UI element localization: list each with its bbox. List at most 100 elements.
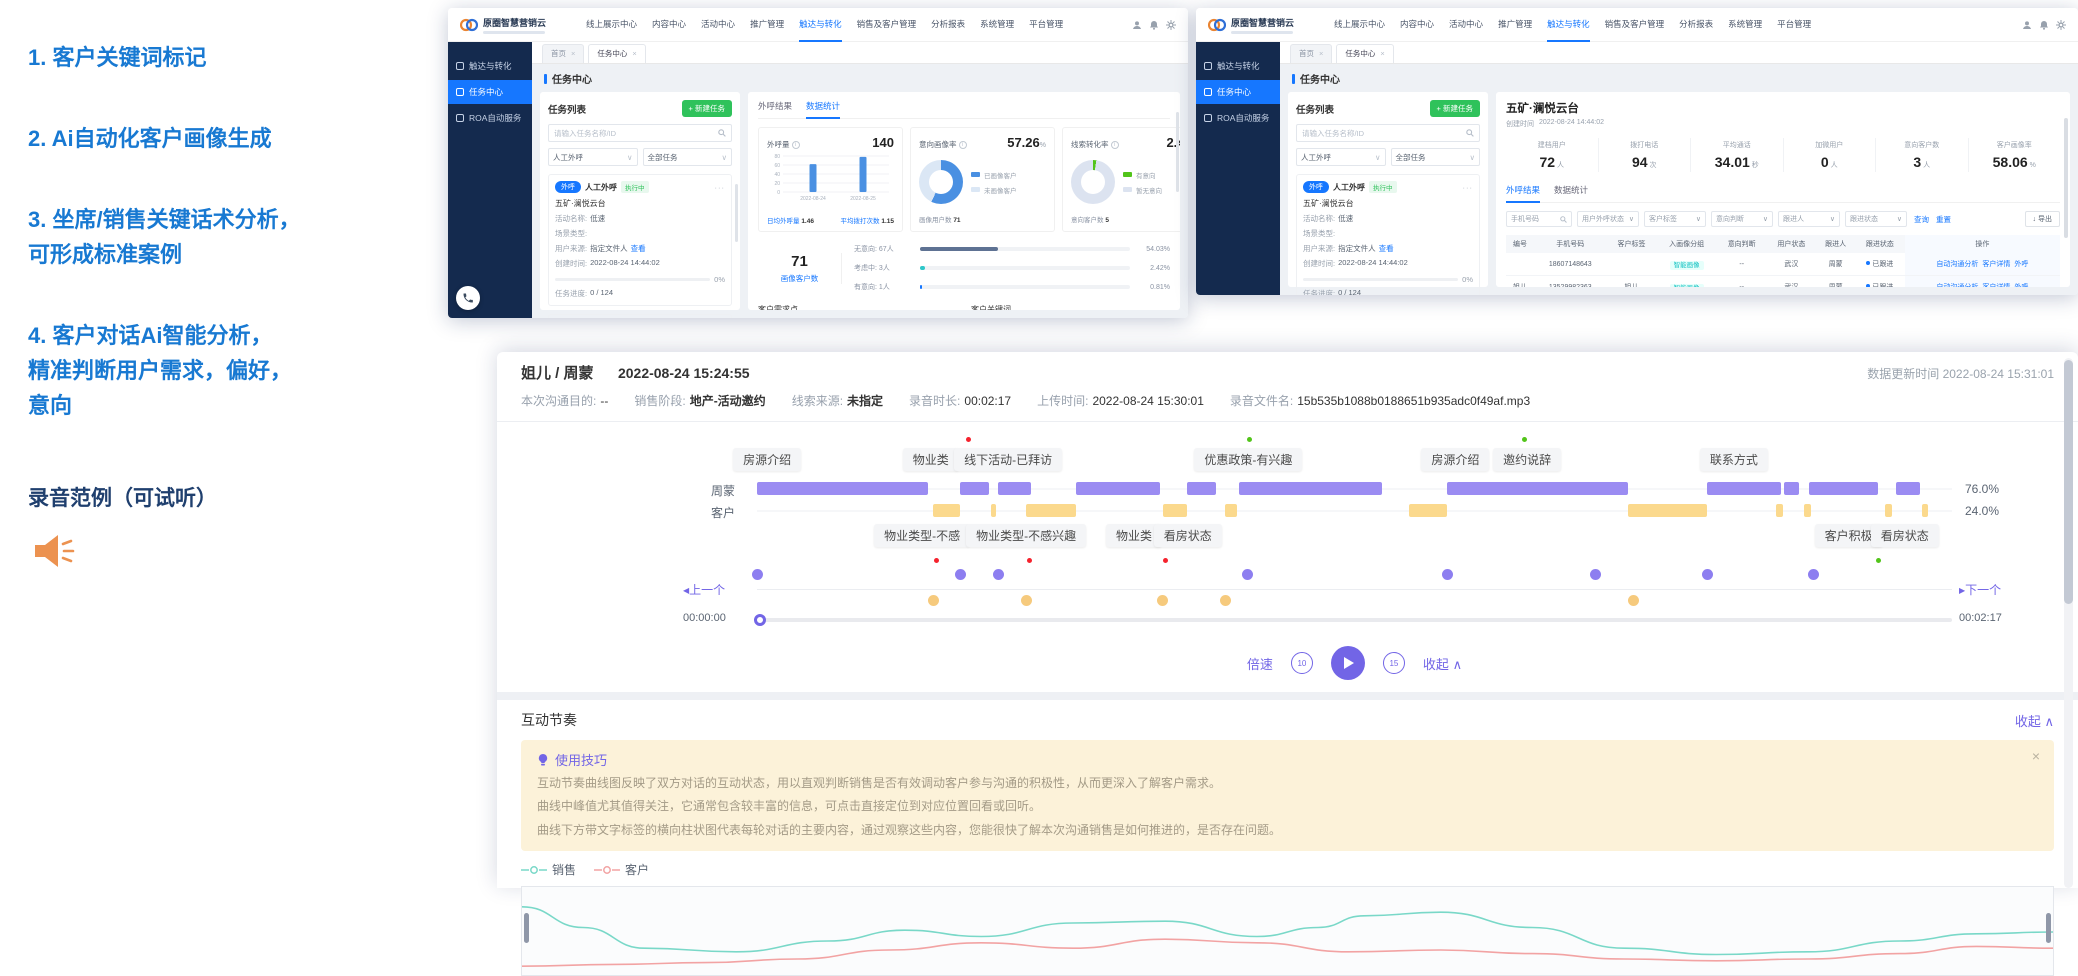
sales-speech-segment[interactable] — [1076, 482, 1160, 495]
close-icon[interactable]: × — [632, 49, 636, 58]
nav-item[interactable]: 系统管理 — [1728, 18, 1762, 32]
info-icon[interactable]: i — [791, 141, 800, 149]
row-action-link[interactable]: 客户详情 — [1982, 284, 2010, 287]
nav-item[interactable]: 内容中心 — [652, 18, 686, 32]
playback-speed-button[interactable]: 倍速 — [1247, 654, 1273, 673]
sales-speech-segment[interactable] — [1446, 482, 1629, 495]
task-list-scrollbar[interactable] — [735, 184, 738, 242]
task-search-input[interactable]: 请输入任务名称/ID — [548, 124, 732, 142]
nav-item[interactable]: 推广管理 — [1498, 18, 1532, 32]
customer-keyword-dot[interactable] — [1157, 595, 1169, 606]
sales-keyword-dot[interactable] — [1241, 569, 1253, 580]
sidebar-item[interactable]: 触达与转化 — [1196, 54, 1280, 78]
sales-keyword-dot[interactable] — [1589, 569, 1601, 580]
info-icon[interactable]: i — [1110, 141, 1119, 149]
customer-speech-segment[interactable] — [1025, 504, 1077, 517]
table-row[interactable]: 18607148643 智能画像 -- 武汉 周蒙 已跟进 自动沟通分析 客户详情 外呼 — [1506, 253, 2060, 276]
call-type-select[interactable]: 人工外呼 ∨ — [548, 148, 638, 166]
chart-range-handle-left[interactable] — [524, 913, 529, 944]
export-button[interactable]: ↓ 导出 — [2024, 211, 2060, 227]
sales-speech-segment[interactable] — [1238, 482, 1382, 495]
forward-15-button[interactable]: 15 — [1382, 652, 1405, 674]
sales-speech-segment[interactable] — [1783, 482, 1800, 495]
customer-keyword-dot[interactable] — [1220, 595, 1232, 606]
view-link[interactable]: 查看 — [1379, 243, 1394, 254]
reset-button[interactable]: 重置 — [1936, 214, 1951, 225]
slider-knob[interactable] — [754, 614, 766, 626]
task-card[interactable]: 外呼 人工外呼 执行中 ··· 五矿·澜悦云台 活动名称: 低速 场景类型: 用户来源: 指定文件… — [548, 174, 732, 306]
sales-speech-segment[interactable] — [1895, 482, 1920, 495]
task-card[interactable]: 外呼人工外呼执行中···五矿·澜悦云台直播测试2cef暖活动名称:低速场景类型:… — [548, 314, 732, 318]
row-action-link[interactable]: 客户详情 — [1982, 261, 2010, 268]
prev-keyword-button[interactable]: ◀上一个 — [683, 581, 725, 598]
customer-keyword-dot[interactable] — [927, 595, 939, 606]
sidebar-item[interactable]: 任务中心 — [1196, 80, 1280, 104]
row-action-link[interactable]: 自动沟通分析 — [1936, 284, 1978, 287]
filter-select[interactable]: 跟进人 ∨ — [1778, 211, 1840, 227]
nav-item[interactable]: 平台管理 — [1777, 18, 1811, 32]
sales-speech-segment[interactable] — [1808, 482, 1878, 495]
sidebar-item[interactable]: ROA自动服务 — [1196, 106, 1280, 130]
nav-item[interactable]: 分析报表 — [1679, 18, 1713, 32]
gear-icon[interactable] — [1166, 19, 1176, 30]
stats-scrollbar[interactable] — [1176, 112, 1179, 192]
collapse-player-button[interactable]: 收起 ∧ — [1423, 654, 1462, 673]
customer-keyword-dot[interactable] — [1020, 595, 1032, 606]
filter-select[interactable]: 客户标签 ∨ — [1644, 211, 1706, 227]
interaction-curve-chart[interactable] — [521, 886, 2054, 976]
view-link[interactable]: 查看 — [631, 243, 646, 254]
play-button[interactable] — [1330, 646, 1365, 680]
new-task-button[interactable]: + 新建任务 — [1429, 100, 1480, 117]
keyword-chip[interactable]: 物业类 — [902, 448, 959, 471]
customer-speech-segment[interactable] — [1885, 504, 1893, 517]
keyword-chip[interactable]: 房源介绍 — [1421, 448, 1490, 471]
nav-item[interactable]: 活动中心 — [701, 18, 735, 32]
customer-speech-segment[interactable] — [1409, 504, 1447, 517]
sales-keyword-dot[interactable] — [1702, 569, 1714, 580]
call-type-select[interactable]: 人工外呼 ∨ — [1296, 148, 1386, 166]
keyword-chip[interactable]: 房源介绍 — [733, 448, 802, 471]
keyword-chip[interactable]: 优惠政策-有兴趣 — [1194, 448, 1303, 471]
more-actions-icon[interactable]: ··· — [1463, 183, 1474, 192]
tab-home[interactable]: 首页 × — [1290, 44, 1333, 63]
tab-data-stats[interactable]: 数据统计 — [806, 100, 841, 119]
keyword-chip[interactable]: 看房状态 — [1870, 524, 1939, 547]
keyword-chip[interactable]: 联系方式 — [1699, 448, 1768, 471]
customer-speech-segment[interactable] — [1628, 504, 1707, 517]
user-icon[interactable] — [1132, 20, 1142, 30]
sidebar-item[interactable]: ROA自动服务 — [448, 106, 532, 130]
row-action-link[interactable]: 自动沟通分析 — [1936, 261, 1978, 268]
next-keyword-button[interactable]: ▶下一个 — [1959, 581, 2001, 598]
sales-speech-segment[interactable] — [998, 482, 1031, 495]
customer-speech-segment[interactable] — [1225, 504, 1238, 517]
nav-item[interactable]: 平台管理 — [1029, 18, 1063, 32]
bell-icon[interactable] — [1149, 20, 1159, 30]
keyword-chip[interactable]: 线下活动-已拜访 — [954, 448, 1063, 471]
tab-data-stats[interactable]: 数据统计 — [1554, 184, 1588, 196]
info-icon[interactable]: i — [958, 141, 967, 149]
close-icon[interactable]: × — [1380, 49, 1384, 58]
panel-scrollbar[interactable] — [2064, 358, 2073, 888]
filter-select[interactable]: 用户外呼状态 ∨ — [1577, 211, 1639, 227]
gear-icon[interactable] — [2056, 19, 2066, 30]
user-icon[interactable] — [2022, 20, 2032, 30]
scrollbar-thumb[interactable] — [2064, 360, 2073, 604]
table-scrollbar[interactable] — [2064, 118, 2068, 238]
chart-range-handle-right[interactable] — [2046, 913, 2051, 944]
rewind-10-button[interactable]: 10 — [1290, 652, 1313, 674]
sales-keyword-dot[interactable] — [752, 569, 763, 580]
sales-speech-segment[interactable] — [960, 482, 989, 495]
bell-icon[interactable] — [2039, 20, 2049, 30]
sales-speech-segment[interactable] — [1707, 482, 1782, 495]
legend-item[interactable]: 客户 — [594, 861, 649, 878]
query-button[interactable]: 查询 — [1914, 214, 1929, 225]
row-action-link[interactable]: 外呼 — [2014, 261, 2028, 268]
new-task-button[interactable]: + 新建任务 — [681, 100, 732, 117]
nav-item[interactable]: 线上展示中心 — [1334, 18, 1385, 32]
customer-speech-segment[interactable] — [991, 504, 996, 517]
keyword-chip[interactable]: 看房状态 — [1153, 524, 1222, 547]
nav-item[interactable]: 线上展示中心 — [586, 18, 637, 32]
keyword-chip[interactable]: 物业类型-不感 — [874, 524, 971, 547]
nav-item[interactable]: 推广管理 — [750, 18, 784, 32]
keyword-chip[interactable]: 邀约说辞 — [1493, 448, 1562, 471]
